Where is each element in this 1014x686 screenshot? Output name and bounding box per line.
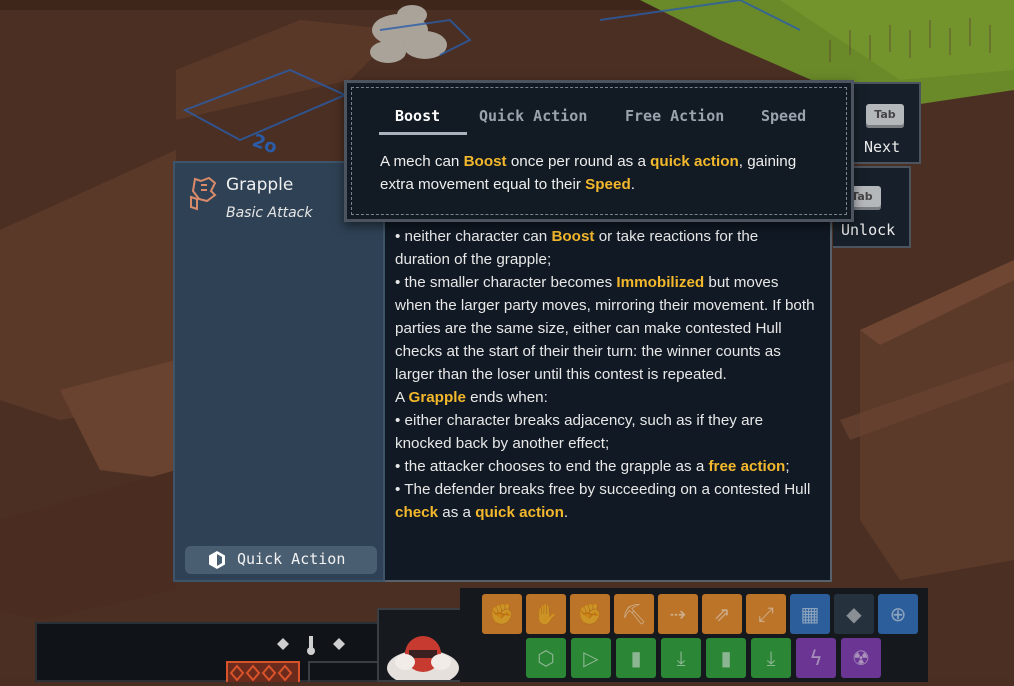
pilot-portrait[interactable] [377,608,469,686]
hotbar-slot-pickaxe-icon[interactable]: ⛏ [614,594,654,634]
keyword-immobilized[interactable]: Immobilized [616,274,704,291]
rule-line: • the attacker chooses to end the grappl… [395,458,790,475]
keyword-boost[interactable]: Boost [551,228,594,245]
disengage-icon: ⇗ [713,602,731,626]
hotbar-slot-shove-icon[interactable]: ✋ [526,594,566,634]
grapple-icon: ✊ [489,602,515,626]
quick-action-hex-icon [209,551,225,569]
diamond-icon [333,638,345,650]
radiation-icon: ☢ [852,646,870,670]
unit-status-panel [35,622,387,685]
action-cost-badge: Quick Action [185,546,377,574]
description-panel[interactable]: • neither character can Boost or take re… [385,161,832,582]
rule-line: • either character breaks adjacency, suc… [395,412,764,452]
rule-line: A Grapple ends when: [395,389,548,406]
tab-quick-action[interactable]: Quick Action [479,107,587,125]
hotbar-slot-grid-icon[interactable]: ▦ [790,594,830,634]
tab-key-icon: Tab [866,104,904,128]
structure-pips [226,661,300,685]
canister-icon: ▮ [720,646,732,670]
play-icon: ▷ [583,646,599,670]
action-card: Grapple Basic Attack Quick Action [173,161,385,582]
hotbar-slot-lightning-icon[interactable]: ϟ [796,638,836,678]
dash-arrows-icon: ⇢ [669,602,687,626]
next-label: Next [864,138,901,156]
hotbar-slot-fist-icon[interactable]: ✊ [570,594,610,634]
rule-line: • the smaller character becomes Immobili… [395,274,815,383]
hotbar-slot-grapple-icon[interactable]: ✊ [482,594,522,634]
diamond-icon: ◆ [846,602,862,626]
hotbar-slot-download-icon[interactable]: ⤓ [751,638,791,678]
keyword-quick-action[interactable]: quick action [475,504,564,521]
next-hint[interactable]: Tab Next [851,82,921,164]
grapple-fist-icon [190,177,217,211]
status-glyphs [226,636,380,685]
hotbar-slot-canister-icon[interactable]: ▮ [616,638,656,678]
pickaxe-icon: ⛏ [621,602,647,626]
keyword-check[interactable]: check [395,504,438,521]
lightning-icon: ϟ [809,646,823,670]
expand-icon: ⤢ [758,602,774,626]
download-icon: ⤓ [766,646,776,670]
rule-line: • neither character can Boost or take re… [395,228,759,268]
action-name: Grapple [226,175,294,195]
hotbar-slot-diamond-icon[interactable]: ◆ [834,594,874,634]
shove-icon: ✋ [533,602,559,626]
hotbar-slot-download-icon[interactable]: ⤓ [661,638,701,678]
pilot-avatar [387,636,459,686]
hotbar-slot-crosshair-icon[interactable]: ⊕ [878,594,918,634]
canister-icon: ▮ [630,646,642,670]
fist-icon: ✊ [577,602,603,626]
tab-free-action[interactable]: Free Action [625,107,724,125]
keyword-free-action[interactable]: free action [709,458,786,475]
action-hotbar: ✊ ✋ ✊ ⛏ ⇢ ⇗ ⤢ ▦ ◆ ⊕ ⬡ ▷ ▮ ⤓ ▮ ⤓ ϟ ☢ [460,588,928,682]
crosshair-icon: ⊕ [889,602,907,626]
keyword-tooltip: Boost Quick Action Free Action Speed A m… [344,80,854,222]
tab-boost[interactable]: Boost [395,107,440,125]
keyword-grapple[interactable]: Grapple [409,389,466,406]
hex-icon: ⬡ [537,646,555,670]
keyword-speed[interactable]: Speed [585,176,631,193]
diamond-icon [277,638,289,650]
grid-icon: ▦ [800,602,820,626]
action-type: Basic Attack [226,205,313,221]
tooltip-text: A mech can Boost once per round as a qui… [380,153,797,193]
action-cost-label: Quick Action [237,550,346,568]
hotbar-slot-canister-icon[interactable]: ▮ [706,638,746,678]
download-icon: ⤓ [676,646,686,670]
hotbar-slot-hex-icon[interactable]: ⬡ [526,638,566,678]
hotbar-slot-dash-arrows-icon[interactable]: ⇢ [658,594,698,634]
tab-speed[interactable]: Speed [761,107,806,125]
description-text: • neither character can Boost or take re… [395,225,815,524]
rule-line: • The defender breaks free by succeeding… [395,481,811,521]
keyword-quick-action[interactable]: quick action [650,153,739,170]
hotbar-slot-disengage-icon[interactable]: ⇗ [702,594,742,634]
keyword-boost: Boost [463,153,507,170]
hotbar-slot-expand-icon[interactable]: ⤢ [746,594,786,634]
unlock-label: Unlock [841,221,896,239]
active-tab-indicator [379,132,467,135]
hotbar-slot-radiation-icon[interactable]: ☢ [841,638,881,678]
hotbar-slot-play-icon[interactable]: ▷ [571,638,611,678]
